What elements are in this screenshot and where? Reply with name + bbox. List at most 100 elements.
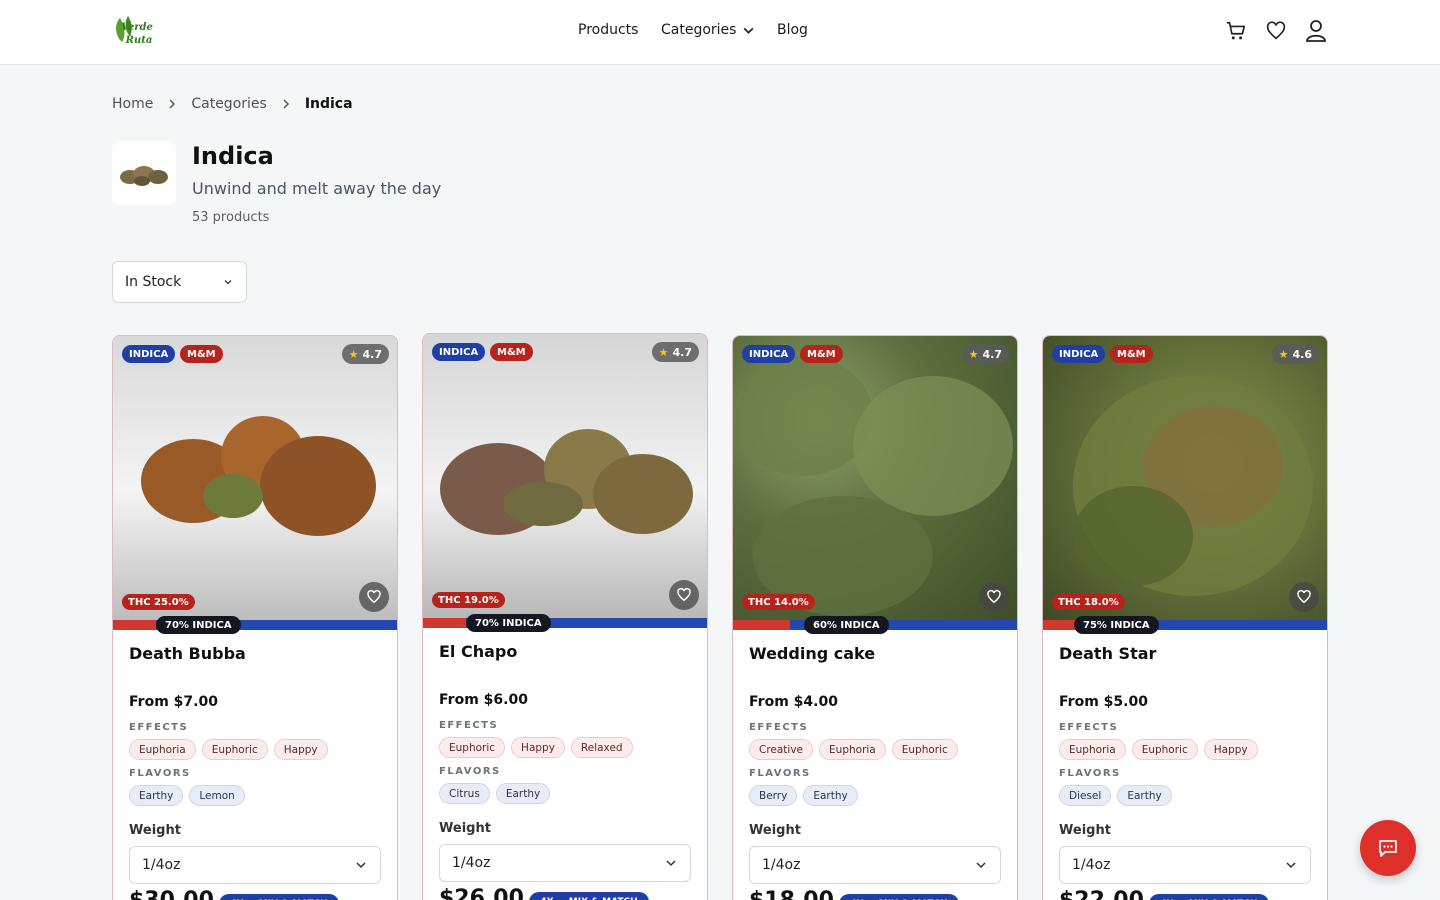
rating-value: 4.6 <box>1292 347 1313 361</box>
product-price: $22.00 <box>1059 888 1144 900</box>
product-card[interactable]: INDICA M&M ★ 4.6 THC 18.0% 75% INDICA Dea… <box>1042 335 1328 900</box>
heart-icon <box>677 587 691 602</box>
weight-select[interactable]: 1/4oz <box>1059 846 1311 884</box>
flavors-list: Citrus Earthy <box>439 783 551 804</box>
from-price: From $5.00 <box>1059 694 1148 710</box>
svg-text:Ruta: Ruta <box>125 35 153 46</box>
star-icon: ★ <box>968 347 979 361</box>
product-card[interactable]: INDICA M&M ★ 4.7 THC 25.0% 70% INDICA Dea… <box>112 335 398 900</box>
stock-filter-value: In Stock <box>125 274 182 290</box>
weight-label: Weight <box>129 823 181 838</box>
product-image[interactable] <box>423 334 707 618</box>
product-card[interactable]: INDICA M&M ★ 4.7 THC 14.0% 60% INDICA Wed… <box>732 335 1018 900</box>
from-price: From $7.00 <box>129 694 218 710</box>
sativa-portion <box>113 620 156 630</box>
breadcrumb-categories[interactable]: Categories <box>191 96 266 112</box>
deal-badge: M&M <box>1110 345 1153 363</box>
site-header: Verde Ruta Products Categories Blog <box>0 0 1440 65</box>
mix-match-badge[interactable]: 4X — MIX & MATCH <box>529 892 649 900</box>
stock-filter-select[interactable]: In Stock <box>112 261 247 303</box>
breadcrumb: Home Categories Indica <box>112 96 353 112</box>
heart-icon[interactable] <box>1264 18 1288 44</box>
favorite-button[interactable] <box>669 580 699 610</box>
chevron-down-icon <box>224 280 232 285</box>
favorite-button[interactable] <box>979 582 1009 612</box>
deal-badge: M&M <box>490 343 533 361</box>
chevron-right-icon <box>165 97 179 111</box>
heart-icon <box>1297 589 1311 604</box>
effect-tag: Happy <box>273 739 328 760</box>
mix-match-badge[interactable]: 4X — MIX & MATCH <box>219 894 339 900</box>
type-badge: INDICA <box>1052 345 1106 363</box>
product-image[interactable] <box>113 336 397 620</box>
flavors-label: FLAVORS <box>1059 768 1121 779</box>
from-price: From $6.00 <box>439 692 528 708</box>
effects-label: EFFECTS <box>1059 722 1119 733</box>
thc-badge: THC 18.0% <box>1052 594 1125 610</box>
weight-select[interactable]: 1/4oz <box>129 846 381 884</box>
product-name[interactable]: Death Bubba <box>129 644 246 663</box>
star-icon: ★ <box>658 345 669 359</box>
weight-select[interactable]: 1/4oz <box>439 844 691 882</box>
favorite-button[interactable] <box>1289 582 1319 612</box>
product-name[interactable]: Wedding cake <box>749 644 875 663</box>
mix-match-badge[interactable]: 4X — MIX & MATCH <box>839 894 959 900</box>
rating-value: 4.7 <box>672 345 693 359</box>
nav-categories-label: Categories <box>661 22 737 38</box>
page-title: Indica <box>192 142 274 170</box>
flavor-tag: Diesel <box>1059 785 1112 806</box>
strain-ratio-label: 60% INDICA <box>804 616 889 634</box>
effect-tag: Creative <box>749 739 814 760</box>
favorite-button[interactable] <box>359 582 389 612</box>
strain-ratio-label: 75% INDICA <box>1074 616 1159 634</box>
chevron-down-icon <box>976 862 986 869</box>
mix-match-badge[interactable]: 4X — MIX & MATCH <box>1149 894 1269 900</box>
user-icon[interactable] <box>1304 18 1328 44</box>
effect-tag: Euphoria <box>819 739 886 760</box>
strain-ratio-label: 70% INDICA <box>156 616 241 634</box>
product-image[interactable] <box>733 336 1017 620</box>
nav-blog[interactable]: Blog <box>777 22 808 38</box>
rating-badge: ★ 4.6 <box>1271 344 1319 364</box>
flavors-label: FLAVORS <box>749 768 811 779</box>
product-price: $30.00 <box>129 888 214 900</box>
effect-tag: Euphoric <box>201 739 268 760</box>
flavor-tag: Citrus <box>439 783 490 804</box>
effects-list: Creative Euphoria Euphoric <box>749 739 958 760</box>
rating-badge: ★ 4.7 <box>961 344 1009 364</box>
effect-tag: Euphoria <box>129 739 196 760</box>
category-image <box>112 141 176 205</box>
product-price: $18.00 <box>749 888 834 900</box>
effect-tag: Happy <box>1203 739 1258 760</box>
thc-badge: THC 14.0% <box>742 594 815 610</box>
product-card[interactable]: INDICA M&M ★ 4.7 THC 19.0% 70% INDICA El … <box>422 333 708 900</box>
flavors-list: Diesel Earthy <box>1059 785 1172 806</box>
flavor-tag: Earthy <box>1117 785 1172 806</box>
thc-badge: THC 25.0% <box>122 594 195 610</box>
product-name[interactable]: El Chapo <box>439 642 517 661</box>
chevron-down-icon <box>666 860 676 867</box>
chevron-down-icon <box>1286 862 1296 869</box>
weight-value: 1/4oz <box>452 855 491 871</box>
breadcrumb-home[interactable]: Home <box>112 96 153 112</box>
product-photo <box>440 429 693 535</box>
flavors-list: Earthy Lemon <box>129 785 245 806</box>
type-badge: INDICA <box>122 345 176 363</box>
type-badge: INDICA <box>432 343 486 361</box>
chat-icon <box>1379 840 1397 857</box>
effects-label: EFFECTS <box>129 722 189 733</box>
cart-icon[interactable] <box>1224 18 1248 44</box>
effects-list: Euphoria Euphoric Happy <box>129 739 328 760</box>
effect-tag: Euphoric <box>1131 739 1198 760</box>
product-image[interactable] <box>1043 336 1327 620</box>
product-name[interactable]: Death Star <box>1059 644 1156 663</box>
logo[interactable]: Verde Ruta <box>112 14 162 48</box>
nav-products-label: Products <box>578 22 639 38</box>
chat-button[interactable] <box>1360 820 1416 876</box>
nav-categories[interactable]: Categories <box>661 22 755 38</box>
nav-products[interactable]: Products <box>578 22 638 38</box>
weight-select[interactable]: 1/4oz <box>749 846 1001 884</box>
heart-icon <box>367 589 381 604</box>
svg-text:Verde: Verde <box>121 22 153 33</box>
type-badge: INDICA <box>742 345 796 363</box>
